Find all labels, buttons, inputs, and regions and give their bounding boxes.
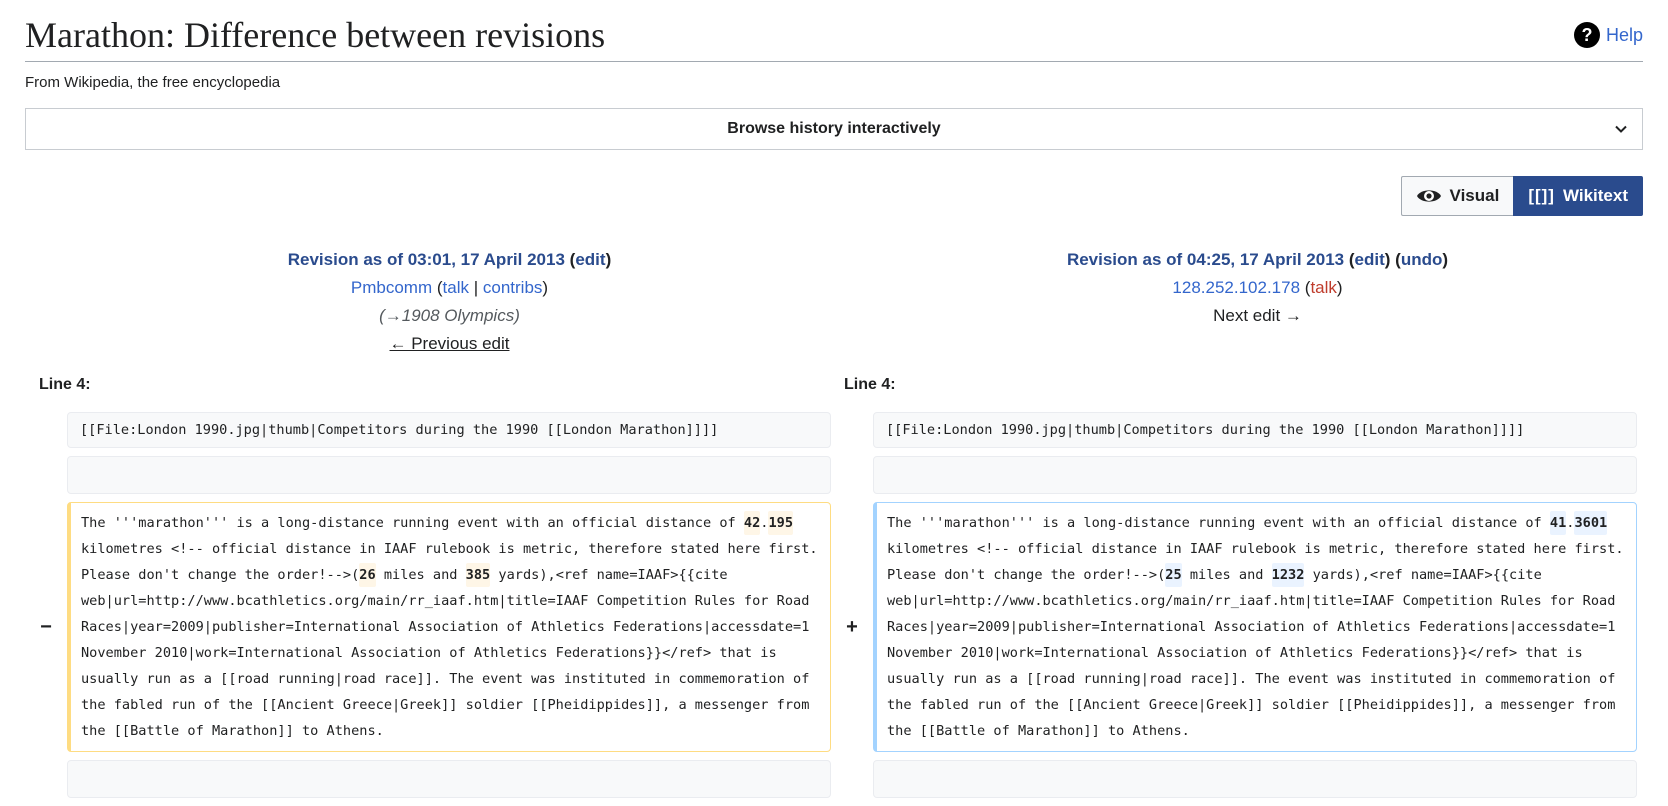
diff-table: [[File:London 1990.jpg|thumb|Competitors… [25, 412, 1645, 806]
added-word: 1232 [1271, 563, 1305, 587]
page-header: Marathon: Difference between revisions ?… [25, 0, 1643, 62]
old-revision-user-link[interactable]: Pmbcomm [351, 278, 432, 297]
old-revision-talk-link[interactable]: talk [443, 278, 469, 297]
right-line-number: Line 4: [844, 376, 896, 393]
new-revision-talk-link[interactable]: talk [1310, 278, 1336, 297]
added-marker: + [846, 615, 858, 638]
new-revision-user-line: 128.252.102.178 (talk) [1172, 278, 1343, 297]
help-label: Help [1605, 24, 1643, 45]
deleted-word: 195 [768, 511, 794, 535]
deleted-text: yards),<ref name=IAAF>{{cite web|url=htt… [81, 567, 818, 739]
link-separator: | [473, 278, 479, 297]
old-revision-edit-link[interactable]: edit [575, 250, 605, 269]
visual-mode-button[interactable]: Visual [1400, 176, 1514, 216]
deleted-marker: − [40, 615, 52, 638]
new-revision-title-line: Revision as of 04:25, 17 April 2013 (edi… [1066, 250, 1449, 269]
diff-changed-row: − The '''marathon''' is a long-distance … [25, 502, 1645, 752]
deleted-word: 385 [465, 563, 491, 587]
new-revision-link[interactable]: Revision as of 04:25, 17 April 2013 [1067, 250, 1344, 269]
wikitext-mode-label: Wikitext [1562, 186, 1628, 205]
added-word: 41 [1549, 511, 1567, 535]
old-revision-title-line: Revision as of 03:01, 17 April 2013 (edi… [287, 250, 612, 269]
deleted-word: 42 [743, 511, 761, 535]
left-empty-line [67, 456, 831, 494]
chevron-down-icon [1615, 125, 1627, 133]
wikitext-mode-button[interactable]: [[]] Wikitext [1513, 176, 1643, 216]
left-empty-line [67, 760, 831, 798]
deleted-text: The '''marathon''' is a long-distance ru… [81, 515, 744, 531]
old-revision-user-line: Pmbcomm (talk | contribs) [350, 278, 549, 297]
right-empty-line [873, 760, 1637, 798]
undo-link[interactable]: undo [1401, 250, 1443, 269]
tagline: From Wikipedia, the free encyclopedia [25, 74, 281, 91]
previous-edit-link[interactable]: ← Previous edit [390, 334, 510, 353]
browse-history-label: Browse history interactively [727, 120, 941, 137]
diff-context-row: [[File:London 1990.jpg|thumb|Competitors… [25, 412, 1645, 448]
deleted-word: 26 [359, 563, 376, 587]
left-context-line: [[File:London 1990.jpg|thumb|Competitors… [67, 412, 831, 448]
diff-empty-row [25, 760, 1645, 798]
page-title: Marathon: Difference between revisions [25, 15, 606, 55]
question-circle-icon: ? [1573, 22, 1600, 48]
added-text: yards),<ref name=IAAF>{{cite web|url=htt… [887, 567, 1624, 739]
eye-icon [1416, 190, 1441, 202]
diff-mode-toggle: Visual [[]] Wikitext [1400, 176, 1643, 216]
old-revision-link[interactable]: Revision as of 03:01, 17 April 2013 [288, 250, 565, 269]
old-revision-summary: (→1908 Olympics) [379, 306, 520, 325]
deleted-text: miles and [375, 567, 466, 583]
help-link[interactable]: ? Help [1573, 22, 1643, 48]
wikitext-brackets-icon: [[]] [1528, 186, 1555, 205]
added-word: 25 [1165, 563, 1182, 587]
new-revision-edit-link[interactable]: edit [1355, 250, 1385, 269]
diff-empty-row [25, 456, 1645, 494]
deleted-line: The '''marathon''' is a long-distance ru… [67, 502, 831, 752]
page: Marathon: Difference between revisions ?… [0, 0, 1668, 150]
added-text: The '''marathon''' is a long-distance ru… [887, 515, 1550, 531]
revision-headers: Revision as of 03:01, 17 April 2013 (edi… [25, 246, 1643, 358]
left-line-number: Line 4: [39, 376, 91, 393]
visual-mode-label: Visual [1449, 186, 1500, 205]
old-revision-header: Revision as of 03:01, 17 April 2013 (edi… [25, 246, 834, 358]
browse-history-toggle[interactable]: Browse history interactively [25, 108, 1643, 150]
next-edit-link[interactable]: Next edit → [1213, 306, 1302, 325]
new-revision-header: Revision as of 04:25, 17 April 2013 (edi… [834, 246, 1643, 358]
added-text: miles and [1181, 567, 1272, 583]
right-context-line: [[File:London 1990.jpg|thumb|Competitors… [873, 412, 1637, 448]
added-line: The '''marathon''' is a long-distance ru… [873, 502, 1637, 752]
old-revision-contribs-link[interactable]: contribs [483, 278, 543, 297]
right-empty-line [873, 456, 1637, 494]
added-word: 3601 [1574, 511, 1608, 535]
new-revision-user-link[interactable]: 128.252.102.178 [1172, 278, 1300, 297]
